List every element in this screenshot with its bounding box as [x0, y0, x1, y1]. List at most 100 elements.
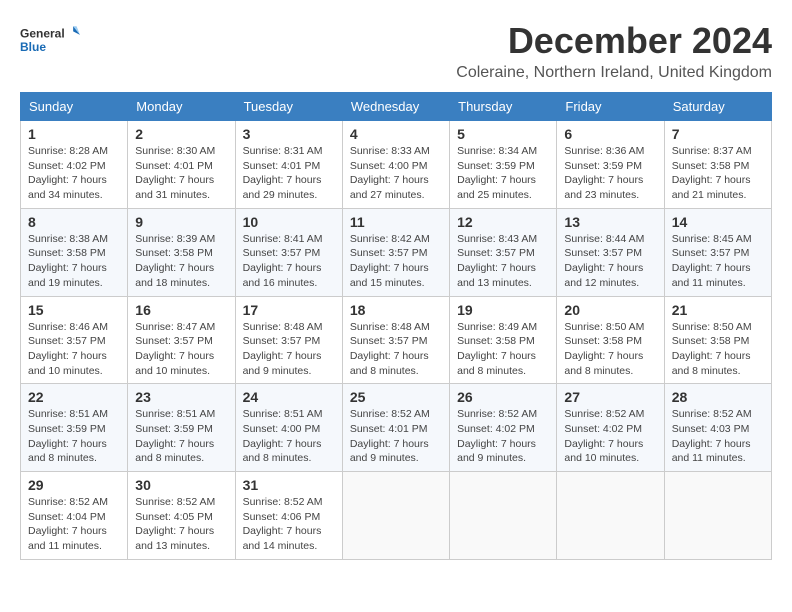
- day-info: Sunrise: 8:48 AM Sunset: 3:57 PM Dayligh…: [350, 320, 442, 379]
- day-info: Sunrise: 8:45 AM Sunset: 3:57 PM Dayligh…: [672, 232, 764, 291]
- day-info: Sunrise: 8:28 AM Sunset: 4:02 PM Dayligh…: [28, 144, 120, 203]
- day-info: Sunrise: 8:51 AM Sunset: 3:59 PM Dayligh…: [28, 407, 120, 466]
- day-info: Sunrise: 8:30 AM Sunset: 4:01 PM Dayligh…: [135, 144, 227, 203]
- day-info: Sunrise: 8:51 AM Sunset: 4:00 PM Dayligh…: [243, 407, 335, 466]
- logo-svg: General Blue: [20, 20, 80, 60]
- day-info: Sunrise: 8:52 AM Sunset: 4:02 PM Dayligh…: [457, 407, 549, 466]
- calendar-cell: [450, 472, 557, 560]
- day-number: 3: [243, 126, 335, 142]
- day-info: Sunrise: 8:47 AM Sunset: 3:57 PM Dayligh…: [135, 320, 227, 379]
- day-number: 28: [672, 389, 764, 405]
- day-info: Sunrise: 8:33 AM Sunset: 4:00 PM Dayligh…: [350, 144, 442, 203]
- calendar-cell: 31 Sunrise: 8:52 AM Sunset: 4:06 PM Dayl…: [235, 472, 342, 560]
- day-info: Sunrise: 8:52 AM Sunset: 4:03 PM Dayligh…: [672, 407, 764, 466]
- day-number: 17: [243, 302, 335, 318]
- calendar-cell: 4 Sunrise: 8:33 AM Sunset: 4:00 PM Dayli…: [342, 121, 449, 209]
- calendar-cell: 26 Sunrise: 8:52 AM Sunset: 4:02 PM Dayl…: [450, 384, 557, 472]
- day-number: 5: [457, 126, 549, 142]
- calendar-cell: 25 Sunrise: 8:52 AM Sunset: 4:01 PM Dayl…: [342, 384, 449, 472]
- day-number: 8: [28, 214, 120, 230]
- day-number: 15: [28, 302, 120, 318]
- calendar-subtitle: Coleraine, Northern Ireland, United King…: [456, 64, 772, 82]
- day-number: 10: [243, 214, 335, 230]
- calendar-cell: 2 Sunrise: 8:30 AM Sunset: 4:01 PM Dayli…: [128, 121, 235, 209]
- day-info: Sunrise: 8:38 AM Sunset: 3:58 PM Dayligh…: [28, 232, 120, 291]
- calendar-cell: 18 Sunrise: 8:48 AM Sunset: 3:57 PM Dayl…: [342, 296, 449, 384]
- day-number: 24: [243, 389, 335, 405]
- day-info: Sunrise: 8:42 AM Sunset: 3:57 PM Dayligh…: [350, 232, 442, 291]
- calendar-cell: 8 Sunrise: 8:38 AM Sunset: 3:58 PM Dayli…: [21, 208, 128, 296]
- weekday-header-saturday: Saturday: [664, 93, 771, 121]
- week-row-1: 1 Sunrise: 8:28 AM Sunset: 4:02 PM Dayli…: [21, 121, 772, 209]
- calendar-title: December 2024: [456, 20, 772, 62]
- day-info: Sunrise: 8:37 AM Sunset: 3:58 PM Dayligh…: [672, 144, 764, 203]
- day-info: Sunrise: 8:31 AM Sunset: 4:01 PM Dayligh…: [243, 144, 335, 203]
- day-number: 13: [564, 214, 656, 230]
- calendar-cell: 5 Sunrise: 8:34 AM Sunset: 3:59 PM Dayli…: [450, 121, 557, 209]
- week-row-4: 22 Sunrise: 8:51 AM Sunset: 3:59 PM Dayl…: [21, 384, 772, 472]
- day-number: 7: [672, 126, 764, 142]
- calendar-cell: 1 Sunrise: 8:28 AM Sunset: 4:02 PM Dayli…: [21, 121, 128, 209]
- svg-text:General: General: [20, 26, 65, 40]
- day-number: 11: [350, 214, 442, 230]
- day-info: Sunrise: 8:36 AM Sunset: 3:59 PM Dayligh…: [564, 144, 656, 203]
- weekday-header-thursday: Thursday: [450, 93, 557, 121]
- calendar-cell: 24 Sunrise: 8:51 AM Sunset: 4:00 PM Dayl…: [235, 384, 342, 472]
- title-area: December 2024 Coleraine, Northern Irelan…: [456, 20, 772, 82]
- day-number: 18: [350, 302, 442, 318]
- day-info: Sunrise: 8:41 AM Sunset: 3:57 PM Dayligh…: [243, 232, 335, 291]
- calendar-table: SundayMondayTuesdayWednesdayThursdayFrid…: [20, 92, 772, 560]
- calendar-cell: 14 Sunrise: 8:45 AM Sunset: 3:57 PM Dayl…: [664, 208, 771, 296]
- day-number: 14: [672, 214, 764, 230]
- day-number: 12: [457, 214, 549, 230]
- day-number: 6: [564, 126, 656, 142]
- calendar-cell: [557, 472, 664, 560]
- calendar-cell: [342, 472, 449, 560]
- day-number: 29: [28, 477, 120, 493]
- day-info: Sunrise: 8:52 AM Sunset: 4:05 PM Dayligh…: [135, 495, 227, 554]
- calendar-cell: 10 Sunrise: 8:41 AM Sunset: 3:57 PM Dayl…: [235, 208, 342, 296]
- day-number: 26: [457, 389, 549, 405]
- week-row-5: 29 Sunrise: 8:52 AM Sunset: 4:04 PM Dayl…: [21, 472, 772, 560]
- day-number: 9: [135, 214, 227, 230]
- weekday-header-monday: Monday: [128, 93, 235, 121]
- weekday-header-sunday: Sunday: [21, 93, 128, 121]
- weekday-header-wednesday: Wednesday: [342, 93, 449, 121]
- day-number: 22: [28, 389, 120, 405]
- calendar-cell: 29 Sunrise: 8:52 AM Sunset: 4:04 PM Dayl…: [21, 472, 128, 560]
- calendar-cell: 3 Sunrise: 8:31 AM Sunset: 4:01 PM Dayli…: [235, 121, 342, 209]
- day-number: 30: [135, 477, 227, 493]
- weekday-header-row: SundayMondayTuesdayWednesdayThursdayFrid…: [21, 93, 772, 121]
- day-info: Sunrise: 8:52 AM Sunset: 4:02 PM Dayligh…: [564, 407, 656, 466]
- calendar-cell: 13 Sunrise: 8:44 AM Sunset: 3:57 PM Dayl…: [557, 208, 664, 296]
- day-info: Sunrise: 8:52 AM Sunset: 4:04 PM Dayligh…: [28, 495, 120, 554]
- day-number: 2: [135, 126, 227, 142]
- day-info: Sunrise: 8:52 AM Sunset: 4:06 PM Dayligh…: [243, 495, 335, 554]
- calendar-cell: 15 Sunrise: 8:46 AM Sunset: 3:57 PM Dayl…: [21, 296, 128, 384]
- weekday-header-friday: Friday: [557, 93, 664, 121]
- day-info: Sunrise: 8:39 AM Sunset: 3:58 PM Dayligh…: [135, 232, 227, 291]
- calendar-cell: 16 Sunrise: 8:47 AM Sunset: 3:57 PM Dayl…: [128, 296, 235, 384]
- day-number: 27: [564, 389, 656, 405]
- calendar-cell: 27 Sunrise: 8:52 AM Sunset: 4:02 PM Dayl…: [557, 384, 664, 472]
- svg-text:Blue: Blue: [20, 40, 46, 54]
- day-info: Sunrise: 8:46 AM Sunset: 3:57 PM Dayligh…: [28, 320, 120, 379]
- calendar-cell: 30 Sunrise: 8:52 AM Sunset: 4:05 PM Dayl…: [128, 472, 235, 560]
- calendar-cell: 23 Sunrise: 8:51 AM Sunset: 3:59 PM Dayl…: [128, 384, 235, 472]
- calendar-cell: 21 Sunrise: 8:50 AM Sunset: 3:58 PM Dayl…: [664, 296, 771, 384]
- day-number: 21: [672, 302, 764, 318]
- calendar-cell: 17 Sunrise: 8:48 AM Sunset: 3:57 PM Dayl…: [235, 296, 342, 384]
- weekday-header-tuesday: Tuesday: [235, 93, 342, 121]
- day-info: Sunrise: 8:49 AM Sunset: 3:58 PM Dayligh…: [457, 320, 549, 379]
- calendar-cell: 19 Sunrise: 8:49 AM Sunset: 3:58 PM Dayl…: [450, 296, 557, 384]
- day-info: Sunrise: 8:50 AM Sunset: 3:58 PM Dayligh…: [672, 320, 764, 379]
- day-info: Sunrise: 8:50 AM Sunset: 3:58 PM Dayligh…: [564, 320, 656, 379]
- day-number: 20: [564, 302, 656, 318]
- day-number: 19: [457, 302, 549, 318]
- day-info: Sunrise: 8:52 AM Sunset: 4:01 PM Dayligh…: [350, 407, 442, 466]
- day-number: 23: [135, 389, 227, 405]
- day-info: Sunrise: 8:51 AM Sunset: 3:59 PM Dayligh…: [135, 407, 227, 466]
- week-row-3: 15 Sunrise: 8:46 AM Sunset: 3:57 PM Dayl…: [21, 296, 772, 384]
- calendar-cell: 11 Sunrise: 8:42 AM Sunset: 3:57 PM Dayl…: [342, 208, 449, 296]
- day-number: 4: [350, 126, 442, 142]
